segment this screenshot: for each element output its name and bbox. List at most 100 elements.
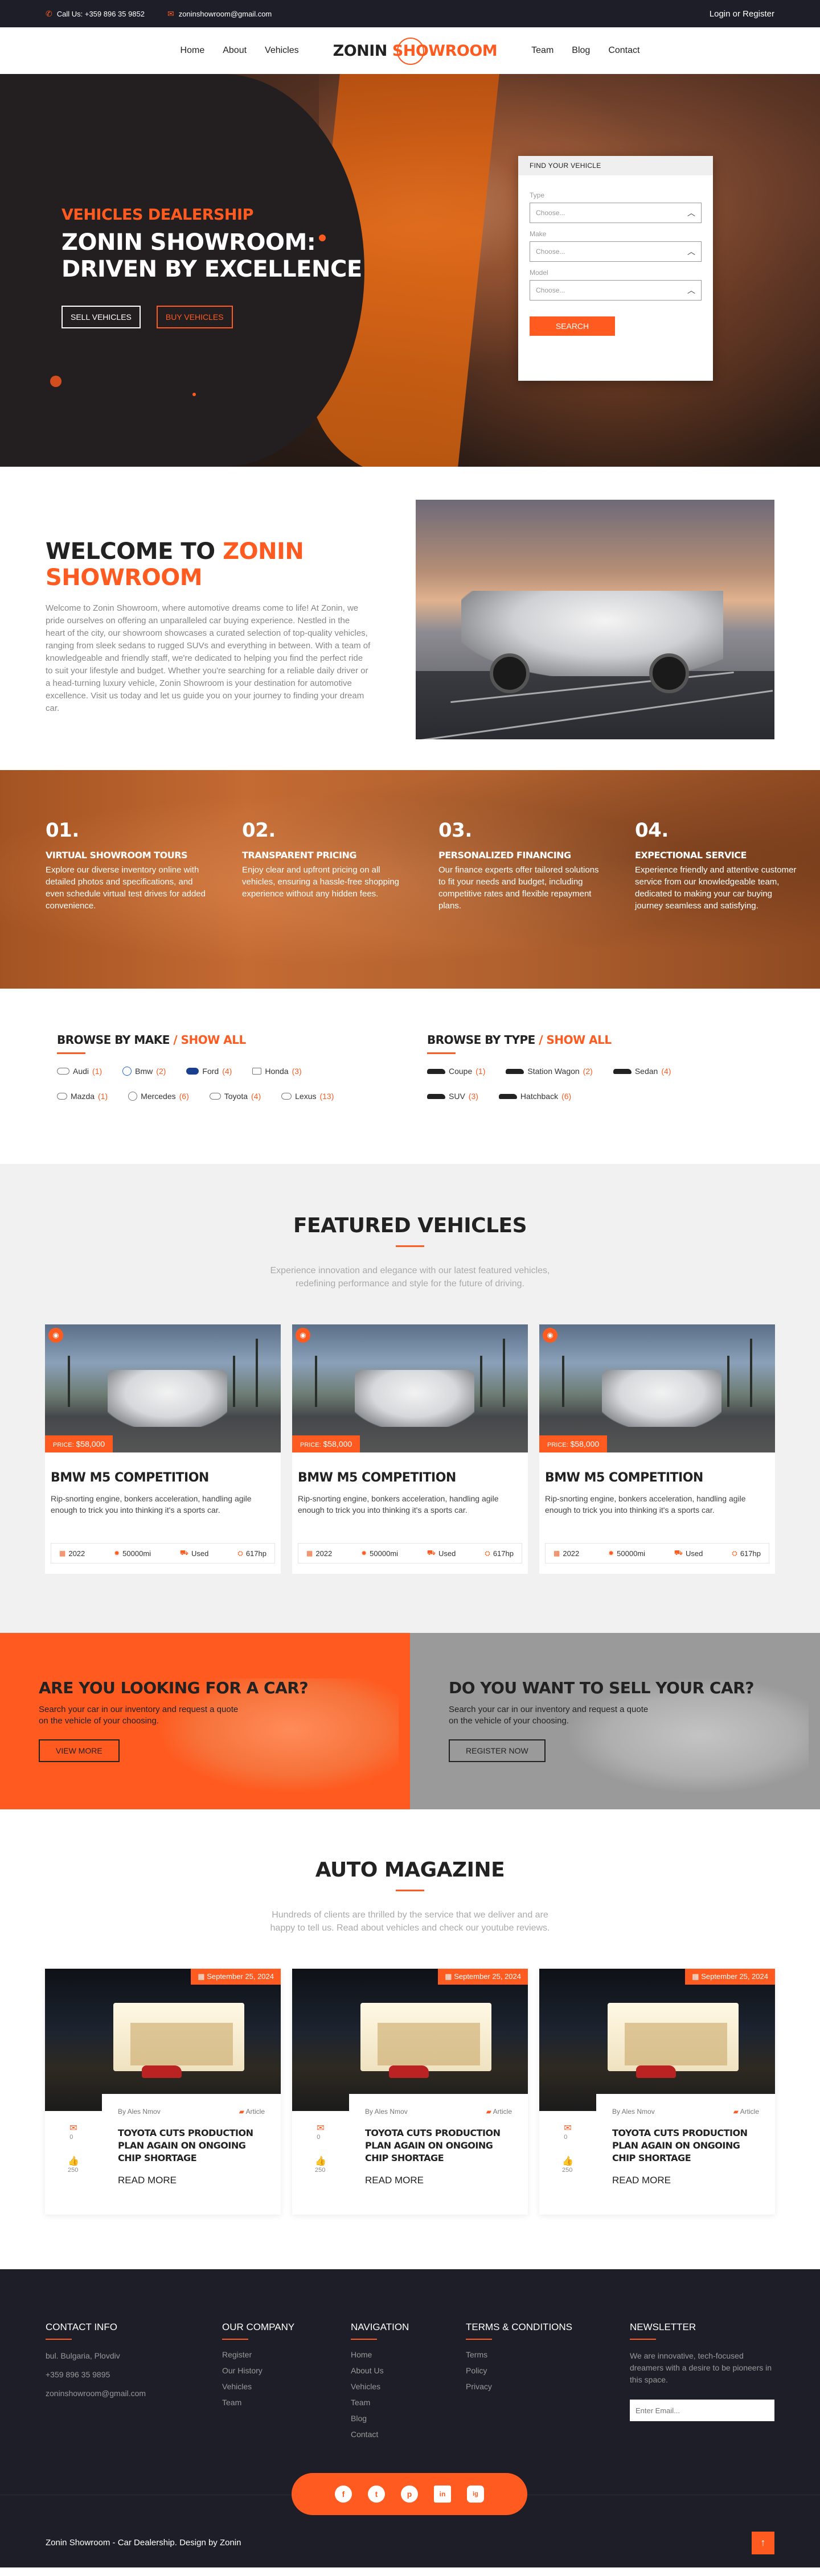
make-mercedes[interactable]: Mercedes (6): [128, 1092, 189, 1101]
make-select[interactable]: Choose... ︿: [530, 241, 702, 262]
vehicle-name[interactable]: BMW M5 COMPETITION: [539, 1452, 775, 1493]
footer-nav-team[interactable]: Team: [351, 2398, 466, 2407]
main-nav: Home About Vehicles ZONIN SHOWROOM Team …: [0, 27, 820, 74]
vehicle-name[interactable]: BMW M5 COMPETITION: [292, 1452, 528, 1493]
post-title[interactable]: TOYOTA CUTS PRODUCTION PLAN AGAIN ON ONG…: [118, 2127, 265, 2165]
make-audi[interactable]: Audi (1): [57, 1067, 102, 1076]
post-author: By Ales Nmov: [118, 2108, 161, 2116]
footer-nav-about[interactable]: About Us: [351, 2366, 466, 2375]
type-station-wagon[interactable]: Station Wagon (2): [506, 1067, 593, 1076]
welcome-title: WELCOME TO ZONIN SHOWROOM: [46, 538, 304, 591]
post-title[interactable]: TOYOTA CUTS PRODUCTION PLAN AGAIN ON ONG…: [612, 2127, 759, 2165]
thumbs-up-icon: 👍: [68, 2157, 79, 2166]
login-register-link[interactable]: Login or Register: [710, 9, 774, 19]
email-contact[interactable]: ✉ zoninshowroom@gmail.com: [167, 9, 272, 19]
comments-count[interactable]: ✉ 0: [317, 2122, 324, 2141]
post-category[interactable]: ▰ Article: [486, 2108, 512, 2116]
footer-terms-link[interactable]: Terms: [466, 2350, 630, 2359]
type-hatchback[interactable]: Hatchback (6): [498, 1092, 571, 1101]
eye-icon[interactable]: ◉: [296, 1328, 310, 1343]
make-ford[interactable]: Ford (4): [186, 1067, 232, 1076]
read-more-link[interactable]: READ MORE: [118, 2175, 265, 2186]
instagram-icon[interactable]: ig: [467, 2486, 484, 2503]
footer-nav-home[interactable]: Home: [351, 2350, 466, 2359]
read-more-link[interactable]: READ MORE: [365, 2175, 512, 2186]
footer-nav-vehicles[interactable]: Vehicles: [351, 2382, 466, 2391]
speedometer-icon: ✹: [114, 1549, 120, 1557]
nav-contact[interactable]: Contact: [608, 46, 639, 56]
show-all-types-link[interactable]: / SHOW ALL: [535, 1033, 612, 1047]
nav-home[interactable]: Home: [181, 46, 205, 56]
footer-policy-link[interactable]: Policy: [466, 2366, 630, 2375]
chevron-up-icon: ︿: [687, 247, 695, 256]
make-toyota[interactable]: Toyota (4): [209, 1092, 261, 1101]
make-honda[interactable]: Honda (3): [252, 1067, 302, 1076]
blog-post-card[interactable]: ▦ September 25, 2024 ✉ 0 👍 250 By Ales Nmo…: [45, 1969, 281, 2215]
footer-nav-blog[interactable]: Blog: [351, 2414, 466, 2423]
eye-icon[interactable]: ◉: [48, 1328, 63, 1343]
post-title[interactable]: TOYOTA CUTS PRODUCTION PLAN AGAIN ON ONG…: [365, 2127, 512, 2165]
nav-about[interactable]: About: [223, 46, 247, 56]
register-now-button[interactable]: REGISTER NOW: [449, 1739, 546, 1762]
show-all-makes-link[interactable]: / SHOW ALL: [170, 1033, 246, 1047]
station-wagon-icon: [506, 1068, 524, 1074]
footer: CONTACT INFO bul. Bulgaria, Plovdiv +359…: [0, 2269, 820, 2515]
make-lexus[interactable]: Lexus (13): [281, 1092, 334, 1101]
facebook-icon[interactable]: f: [335, 2486, 352, 2503]
model-select[interactable]: Choose... ︿: [530, 280, 702, 301]
calendar-icon: ▦: [198, 1972, 205, 1981]
pinterest-icon[interactable]: p: [401, 2486, 418, 2503]
read-more-link[interactable]: READ MORE: [612, 2175, 759, 2186]
buy-vehicles-button[interactable]: BUY VEHICLES: [156, 306, 233, 328]
comment-icon: ✉: [564, 2124, 572, 2133]
comments-count[interactable]: ✉ 0: [564, 2122, 571, 2141]
footer-newsletter: NEWSLETTER We are innovative, tech-focus…: [630, 2322, 774, 2446]
nav-blog[interactable]: Blog: [572, 46, 590, 56]
blog-post-card[interactable]: ▦ September 25, 2024 ✉ 0 👍 250 By Ales Nmo…: [539, 1969, 775, 2215]
likes-count[interactable]: 👍 250: [315, 2155, 326, 2174]
nav-vehicles[interactable]: Vehicles: [265, 46, 299, 56]
likes-count[interactable]: 👍 250: [68, 2155, 79, 2174]
view-more-button[interactable]: VIEW MORE: [39, 1739, 120, 1762]
mercedes-logo-icon: [128, 1092, 138, 1101]
vehicle-card[interactable]: ◉ PRICE: $58,000 BMW M5 COMPETITION Rip-…: [45, 1324, 281, 1574]
auto-magazine-section: AUTO MAGAZINE Hundreds of clients are th…: [0, 1809, 820, 2269]
footer-privacy-link[interactable]: Privacy: [466, 2382, 630, 2391]
likes-count[interactable]: 👍 250: [562, 2155, 573, 2174]
footer-phone[interactable]: +359 896 35 9895: [46, 2369, 222, 2381]
post-category[interactable]: ▰ Article: [239, 2108, 265, 2116]
calendar-icon: ▦: [445, 1972, 452, 1981]
vehicle-card[interactable]: ◉ PRICE: $58,000 BMW M5 COMPETITION Rip-…: [539, 1324, 775, 1574]
footer-contact: CONTACT INFO bul. Bulgaria, Plovdiv +359…: [46, 2322, 222, 2446]
scroll-to-top-button[interactable]: ↑: [752, 2531, 774, 2554]
make-mazda[interactable]: Mazda (1): [57, 1092, 108, 1101]
footer-link-history[interactable]: Our History: [222, 2366, 351, 2375]
type-sedan[interactable]: Sedan (4): [613, 1067, 671, 1076]
footer-link-register[interactable]: Register: [222, 2350, 351, 2359]
vehicle-name[interactable]: BMW M5 COMPETITION: [45, 1452, 281, 1493]
footer-link-team[interactable]: Team: [222, 2398, 351, 2407]
make-bmw[interactable]: Bmw (2): [122, 1067, 166, 1076]
feature-item: 02. TRANSPARENT PRICING Enjoy clear and …: [242, 819, 399, 899]
blog-post-card[interactable]: ▦ September 25, 2024 ✉ 0 👍 250 By Ales Nmo…: [292, 1969, 528, 2215]
search-button[interactable]: SEARCH: [530, 316, 615, 336]
linkedin-icon[interactable]: in: [434, 2486, 451, 2503]
newsletter-email-input[interactable]: [630, 2400, 774, 2421]
eye-icon[interactable]: ◉: [543, 1328, 557, 1343]
site-logo[interactable]: ZONIN SHOWROOM: [333, 37, 498, 65]
post-category[interactable]: ▰ Article: [733, 2108, 759, 2116]
type-coupe[interactable]: Coupe (1): [427, 1067, 485, 1076]
nav-team[interactable]: Team: [531, 46, 554, 56]
comments-count[interactable]: ✉ 0: [69, 2122, 77, 2141]
calendar-icon: ▦: [59, 1549, 66, 1557]
twitter-icon[interactable]: t: [368, 2486, 385, 2503]
footer-email[interactable]: zoninshowroom@gmail.com: [46, 2388, 222, 2400]
footer-link-vehicles[interactable]: Vehicles: [222, 2382, 351, 2391]
footer-nav-contact[interactable]: Contact: [351, 2430, 466, 2439]
vehicle-card[interactable]: ◉ PRICE: $58,000 BMW M5 COMPETITION Rip-…: [292, 1324, 528, 1574]
type-select[interactable]: Choose... ︿: [530, 203, 702, 223]
sell-vehicles-button[interactable]: SELL VEHICLES: [62, 306, 141, 328]
phone-contact[interactable]: ✆ Call Us: +359 896 35 9852: [46, 9, 145, 19]
type-suv[interactable]: SUV (3): [427, 1092, 478, 1101]
chevron-up-icon: ︿: [687, 208, 695, 217]
